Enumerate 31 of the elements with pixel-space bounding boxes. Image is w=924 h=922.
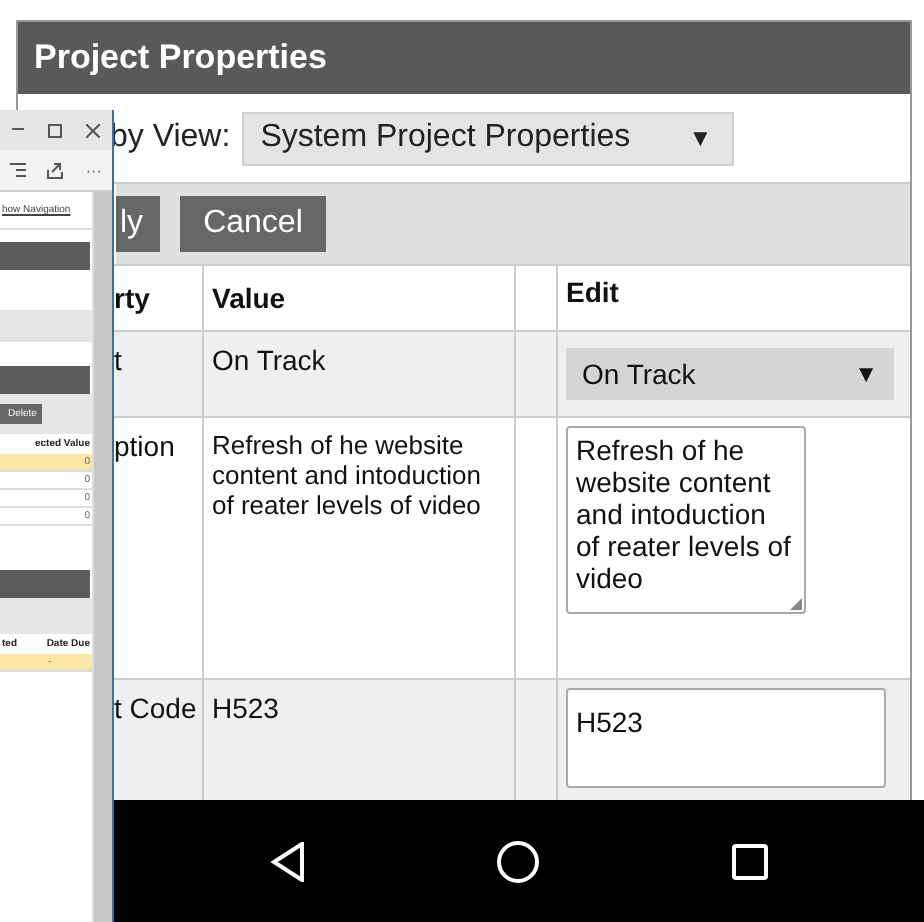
close-icon[interactable]	[86, 123, 100, 137]
minimize-icon[interactable]	[12, 128, 24, 132]
input-field[interactable]: H523	[566, 688, 886, 788]
status-select[interactable]: On Track ▼	[566, 348, 894, 400]
maximize-icon[interactable]	[48, 123, 62, 137]
cancel-button[interactable]: Cancel	[179, 196, 327, 252]
table-cell-text: ption	[114, 430, 175, 466]
back-icon[interactable]	[269, 841, 306, 881]
table-cell-text: t Code	[114, 692, 197, 728]
apply-button[interactable]: ly	[116, 196, 160, 252]
section-band	[0, 310, 92, 342]
section-header	[0, 242, 90, 270]
scrollbar[interactable]	[92, 192, 112, 922]
more-menu[interactable]: ···	[85, 161, 102, 179]
table-cell-text: t	[114, 344, 122, 380]
column-header: Value	[204, 266, 516, 330]
resize-handle-icon[interactable]	[790, 598, 802, 610]
view-select[interactable]: System Project Properties ▼	[242, 111, 735, 165]
share-icon[interactable]	[46, 161, 65, 179]
table-cell: On Track	[212, 344, 326, 376]
home-icon[interactable]	[496, 839, 541, 883]
text-area[interactable]: Refresh of he website content and intoduction of reater levels of video	[566, 426, 806, 614]
recents-icon[interactable]	[732, 843, 769, 879]
list-icon[interactable]	[10, 162, 27, 178]
section-band	[0, 598, 92, 634]
dialog-title: Project Properties	[18, 22, 910, 94]
section-header	[0, 366, 90, 394]
table-cell: Refresh of he website content and intoduction of reater levels of video	[212, 430, 481, 520]
column-header: Edit	[564, 274, 621, 312]
section-header	[0, 570, 90, 598]
table-cell: H523	[212, 692, 279, 724]
